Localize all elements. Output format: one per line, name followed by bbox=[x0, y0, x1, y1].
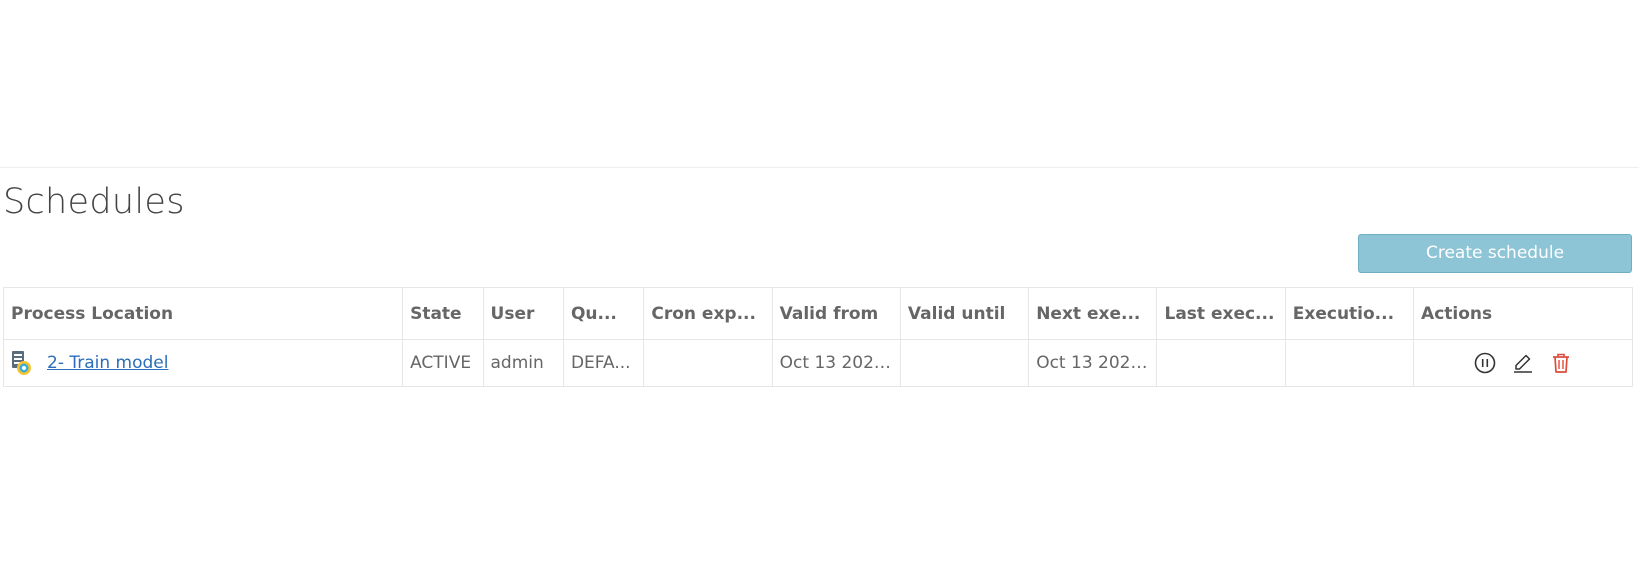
header-next-execution[interactable]: Next exe... bbox=[1028, 287, 1158, 340]
cell-process-location: 2- Train model bbox=[2, 339, 404, 387]
header-user[interactable]: User bbox=[482, 287, 564, 340]
header-actions: Actions bbox=[1413, 287, 1633, 340]
cell-user: admin bbox=[482, 339, 564, 387]
schedules-page: Schedules Create schedule Process Locati… bbox=[0, 0, 1639, 564]
header-last-execution[interactable]: Last exec... bbox=[1156, 287, 1286, 340]
edit-icon[interactable] bbox=[1511, 351, 1535, 375]
header-process-location[interactable]: Process Location bbox=[2, 287, 404, 340]
top-divider bbox=[0, 167, 1639, 168]
cell-execution bbox=[1284, 339, 1415, 387]
cell-valid-from: Oct 13 2020 ... bbox=[771, 339, 901, 387]
pause-icon[interactable] bbox=[1473, 351, 1497, 375]
cell-next-execution: Oct 13 2020 ... bbox=[1028, 339, 1158, 387]
table-row: 2- Train model ACTIVE admin DEFA... Oct … bbox=[2, 339, 1633, 387]
header-state[interactable]: State bbox=[402, 287, 484, 340]
create-schedule-button[interactable]: Create schedule bbox=[1358, 234, 1632, 273]
header-valid-until[interactable]: Valid until bbox=[899, 287, 1030, 340]
cell-cron bbox=[643, 339, 773, 387]
schedules-table: Process Location State User Qu... Cron e… bbox=[2, 287, 1633, 387]
cell-queue: DEFA... bbox=[562, 339, 645, 387]
page-title: Schedules bbox=[3, 182, 185, 222]
header-queue[interactable]: Qu... bbox=[562, 287, 645, 340]
delete-icon[interactable] bbox=[1549, 351, 1573, 375]
cell-last-execution bbox=[1156, 339, 1286, 387]
cell-state: ACTIVE bbox=[402, 339, 484, 387]
table-header-row: Process Location State User Qu... Cron e… bbox=[2, 287, 1633, 340]
header-cron-expression[interactable]: Cron exp... bbox=[643, 287, 773, 340]
process-icon bbox=[12, 351, 31, 375]
header-execution[interactable]: Executio... bbox=[1284, 287, 1415, 340]
cell-valid-until bbox=[899, 339, 1030, 387]
header-valid-from[interactable]: Valid from bbox=[771, 287, 901, 340]
cell-actions bbox=[1413, 339, 1633, 387]
process-link[interactable]: 2- Train model bbox=[47, 353, 168, 373]
